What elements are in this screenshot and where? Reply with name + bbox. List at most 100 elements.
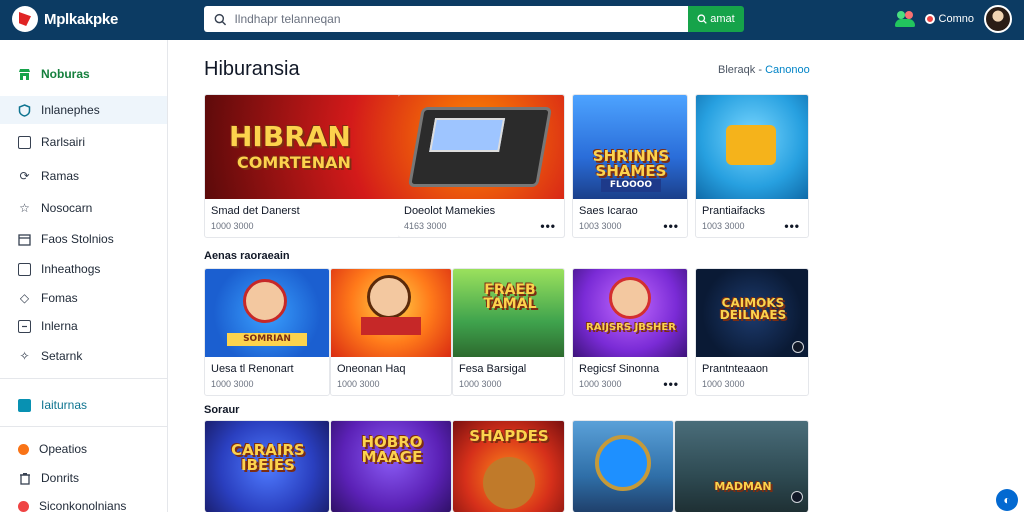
sidebar-item-label: Rarlsairi — [41, 135, 86, 149]
sidebar-item-label: Siconkonolnians — [39, 499, 127, 512]
game-card[interactable]: SHAPDES — [452, 420, 565, 512]
list-icon — [18, 319, 31, 333]
more-options-icon[interactable]: ••• — [540, 219, 556, 233]
header-actions: Comno — [894, 5, 1012, 33]
globe-graphic — [595, 435, 651, 491]
box-icon — [18, 262, 31, 276]
more-options-icon[interactable]: ••• — [663, 219, 679, 233]
game-thumbnail: SHRINNS SHAMES FLOOOO — [573, 95, 687, 199]
game-thumbnail — [573, 421, 673, 512]
calendar-icon — [18, 233, 31, 246]
sidebar-item-fomas[interactable]: ◇ Fomas — [0, 284, 167, 312]
card-meta: 4163 3000 — [404, 221, 447, 231]
card-title: Regicsf Sinonna — [579, 363, 660, 375]
help-button[interactable]: ◐ — [996, 489, 1018, 511]
sidebar-item-faos-stolnios[interactable]: Faos Stolnios — [0, 225, 167, 253]
thumbnail-title: CAIMOKS DEILNAES — [719, 296, 787, 322]
sidebar-item-setarnk[interactable]: ✧ Setarnk — [0, 342, 167, 370]
game-thumbnail: CAIMOKS DEILNAES — [696, 269, 808, 357]
game-card[interactable]: CARAIRS IBEIES — [204, 420, 330, 512]
shirt-graphic — [361, 317, 421, 335]
link-label: Canonoo — [765, 64, 810, 76]
sidebar-item-noburas[interactable]: Noburas — [0, 60, 167, 88]
game-thumbnail: CARAIRS IBEIES — [205, 421, 329, 512]
game-card[interactable]: FRAEB TAMAL Fesa Barsigal 1000 3000 — [452, 268, 565, 396]
friends-icon[interactable] — [894, 9, 915, 29]
game-thumbnail: FRAEB TAMAL — [453, 269, 564, 357]
sidebar-item-donrits[interactable]: Donrits — [0, 464, 167, 492]
account-menu[interactable]: Comno — [924, 13, 974, 25]
sidebar: Noburas Inlanephes Rarlsairi ⟳ Ramas ☆ N… — [0, 40, 168, 512]
sidebar-item-inlerna[interactable]: Inlerna — [0, 312, 167, 340]
sidebar-divider — [0, 378, 167, 379]
sidebar-item-nosocarn[interactable]: ☆ Nosocarn — [0, 194, 167, 222]
sidebar-item-label: Noburas — [41, 67, 90, 81]
sidebar-item-opeatios[interactable]: Opeatios — [0, 435, 167, 463]
sidebar-item-label: Inlanephes — [41, 103, 100, 117]
sidebar-section-iaiturnas[interactable]: Iaiturnas — [0, 391, 167, 419]
game-card[interactable]: Doeolot Mamekies 4163 3000 ••• — [398, 94, 565, 238]
game-card[interactable]: CAIMOKS DEILNAES Prantnteaaon 1000 3000 — [695, 268, 809, 396]
sidebar-item-label: Fomas — [41, 291, 78, 305]
card-title: Fesa Barsigal — [459, 363, 527, 375]
game-card[interactable]: SOMRIAN Uesa tl Renonart 1000 3000 — [204, 268, 330, 396]
card-title: Oneonan Haq — [337, 363, 406, 375]
sidebar-item-rarlsairi[interactable]: Rarlsairi — [0, 128, 167, 156]
section-label: Aenas raoraeain — [204, 250, 290, 262]
sidebar-section-label: Iaiturnas — [41, 398, 88, 412]
more-options-icon[interactable]: ••• — [784, 219, 800, 233]
search-box[interactable] — [204, 6, 688, 32]
top-bar: Mplkakpke amat Comno — [0, 0, 1024, 40]
settings-icon: ✧ — [19, 349, 30, 363]
store-icon — [18, 68, 31, 81]
user-avatar[interactable] — [984, 5, 1012, 33]
page-title: Hiburansia — [204, 58, 300, 80]
search-button[interactable]: amat — [688, 6, 744, 32]
card-meta: 1000 3000 — [211, 221, 254, 231]
app-logo[interactable]: Mplkakpke — [12, 6, 118, 32]
view-all-link[interactable]: Bleraqk - Canonoo — [718, 64, 810, 76]
bear-graphic — [483, 457, 535, 509]
sidebar-item-label: Opeatios — [39, 442, 88, 456]
trash-icon — [18, 472, 31, 485]
card-meta: 1000 3000 — [337, 379, 380, 389]
game-card[interactable]: Prantiaifacks 1003 3000 ••• — [695, 94, 809, 238]
media-icon[interactable] — [792, 341, 804, 353]
diamond-icon: ◇ — [19, 291, 30, 305]
sidebar-item-siconkonolnians[interactable]: Siconkonolnians — [0, 492, 167, 512]
card-title: Uesa tl Renonart — [211, 363, 294, 375]
game-card[interactable]: RAIJSRS JBSHER Regicsf Sinonna 1000 3000… — [572, 268, 688, 396]
thumbnail-title: RAIJSRS JBSHER — [586, 322, 676, 333]
account-label: Comno — [938, 13, 974, 25]
game-card[interactable]: HOBRO MAAGE — [330, 420, 452, 512]
game-card[interactable] — [572, 420, 674, 512]
game-card[interactable]: Oneonan Haq 1000 3000 — [330, 268, 452, 396]
card-meta: 1003 3000 — [702, 221, 745, 231]
card-title: Prantnteaaon — [702, 363, 769, 375]
sidebar-item-ramas[interactable]: ⟳ Ramas — [0, 162, 167, 190]
game-thumbnail: MADMAN — [675, 421, 808, 512]
thumbnail-title: HIBRAN — [229, 120, 351, 153]
thumbnail-title: FRAEB TAMAL — [483, 282, 537, 312]
sidebar-item-label: Inlerna — [41, 319, 78, 333]
game-card[interactable]: MADMAN — [674, 420, 809, 512]
search-button-icon — [697, 14, 708, 24]
sidebar-item-label: Donrits — [41, 471, 80, 485]
more-options-icon[interactable]: ••• — [663, 377, 679, 391]
sidebar-item-inlanephes[interactable]: Inlanephes — [0, 96, 167, 124]
game-card[interactable]: SHRINNS SHAMES FLOOOO Saes Icarao 1003 3… — [572, 94, 688, 238]
sidebar-item-label: Nosocarn — [41, 201, 93, 215]
thumbnail-subtitle: FLOOOO — [601, 179, 661, 192]
search-button-label: amat — [710, 13, 735, 25]
game-thumbnail — [696, 95, 808, 199]
game-thumbnail: HOBRO MAAGE — [331, 421, 451, 512]
square-icon — [18, 135, 31, 149]
thumbnail-title: MADMAN — [714, 480, 772, 493]
media-icon[interactable] — [791, 491, 803, 503]
character-graphic — [367, 275, 411, 319]
sidebar-item-label: Inheathogs — [41, 262, 101, 276]
thumbnail-title: SHAPDES — [469, 427, 549, 445]
sidebar-item-inheathogs[interactable]: Inheathogs — [0, 255, 167, 283]
search-input[interactable] — [234, 12, 688, 26]
thumbnail-title: HOBRO MAAGE — [361, 433, 423, 466]
